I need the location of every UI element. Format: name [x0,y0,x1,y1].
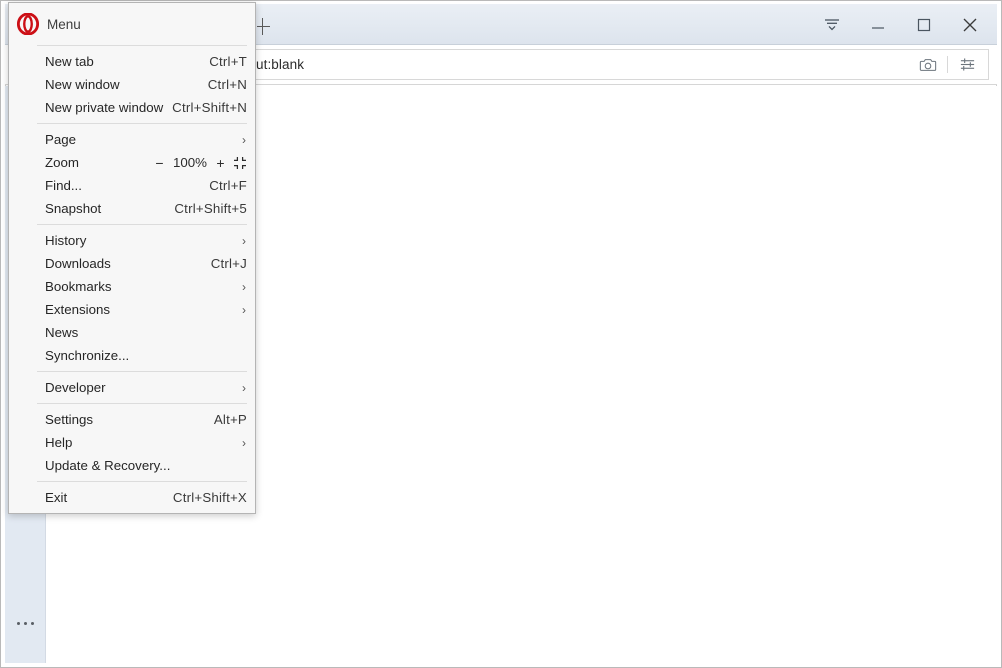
menu-item-label: New private window [45,100,164,115]
menu-item-label: Zoom [45,155,79,170]
menu-item-history[interactable]: History › [9,229,255,252]
close-button[interactable] [947,4,993,45]
easy-setup-button[interactable] [950,50,984,79]
menu-item-label: Exit [45,490,68,505]
address-field[interactable]: ut:blank [247,49,989,80]
close-icon [963,18,977,31]
minimize-icon [872,26,884,29]
menu-item-new-private-window[interactable]: New private window Ctrl+Shift+N [9,96,255,119]
menu-item-shortcut: Ctrl+Shift+X [172,490,247,505]
menu-item-exit[interactable]: Exit Ctrl+Shift+X [9,486,255,509]
menu-title: Menu [47,16,81,32]
menu-item-extensions[interactable]: Extensions › [9,298,255,321]
maximize-icon [917,18,931,31]
menu-item-update-recovery[interactable]: Update & Recovery... [9,454,255,477]
menu-item-label: Find... [45,178,82,193]
menu-group: New tab Ctrl+T New window Ctrl+N New private… [9,46,255,123]
new-tab-button[interactable] [253,17,273,37]
address-text: ut:blank [256,57,305,72]
chevron-right-icon: › [242,279,246,294]
tab-menu-button[interactable] [809,4,855,45]
menu-item-label: Downloads [45,256,111,271]
menu-group: History › Downloads Ctrl+J Bookmarks › Extensi… [9,225,255,371]
menu-item-label: History [45,233,87,248]
menu-item-label: Update & Recovery... [45,458,171,473]
menu-item-shortcut: Ctrl+J [210,256,247,271]
menu-item-shortcut: Ctrl+T [209,54,247,69]
snapshot-button[interactable] [911,50,945,79]
chevron-right-icon: › [242,380,246,395]
menu-group: Exit Ctrl+Shift+X [9,482,255,513]
menu-item-label: Bookmarks [45,279,112,294]
menu-item-label: Developer [45,380,106,395]
minimize-button[interactable] [855,4,901,45]
menu-body: New tab Ctrl+T New window Ctrl+N New private… [9,45,255,513]
menu-item-help[interactable]: Help › [9,431,255,454]
menu-item-label: New window [45,77,120,92]
opera-main-menu: Menu New tab Ctrl+T New window Ctrl+N New pr… [8,2,256,514]
menu-item-label: Help [45,435,73,450]
menu-item-shortcut: Ctrl+Shift+N [172,100,247,115]
menu-item-settings[interactable]: Settings Alt+P [9,408,255,431]
menu-item-bookmarks[interactable]: Bookmarks › [9,275,255,298]
menu-item-news[interactable]: News [9,321,255,344]
chevron-right-icon: › [242,233,246,248]
menu-item-shortcut: Ctrl+F [209,178,247,193]
opera-logo-icon [17,13,39,35]
menu-item-label: Settings [45,412,94,427]
menu-item-snapshot[interactable]: Snapshot Ctrl+Shift+5 [9,197,255,220]
window-controls [809,4,993,45]
fullscreen-icon[interactable] [233,156,247,170]
zoom-controls: −100% + [155,155,247,170]
camera-icon [919,58,937,71]
menu-item-zoom[interactable]: Zoom −100% + [9,151,255,174]
chevron-right-icon: › [242,435,246,450]
menu-item-synchronize[interactable]: Synchronize... [9,344,255,367]
menu-header: Menu [9,3,255,45]
address-bar-divider [947,56,948,73]
menu-group: Developer › [9,372,255,403]
maximize-button[interactable] [901,4,947,45]
address-bar-actions [911,50,984,79]
menu-item-page[interactable]: Page › [9,128,255,151]
menu-item-label: Synchronize... [45,348,130,363]
menu-item-shortcut: Ctrl+N [207,77,247,92]
menu-item-label: Extensions [45,302,111,317]
menu-group: Settings Alt+P Help › Update & Recovery... [9,404,255,481]
menu-item-new-window[interactable]: New window Ctrl+N [9,73,255,96]
menu-item-downloads[interactable]: Downloads Ctrl+J [9,252,255,275]
tab-menu-icon [825,18,839,30]
menu-item-shortcut: Ctrl+Shift+5 [174,201,247,216]
menu-item-find[interactable]: Find... Ctrl+F [9,174,255,197]
menu-item-new-tab[interactable]: New tab Ctrl+T [9,50,255,73]
menu-item-label: New tab [45,54,94,69]
ellipsis-icon [17,621,34,625]
menu-item-label: Page [45,132,77,147]
sliders-icon [960,58,974,71]
chevron-right-icon: › [242,302,246,317]
menu-item-developer[interactable]: Developer › [9,376,255,399]
zoom-in-button[interactable]: + [216,156,225,170]
menu-item-shortcut: Alt+P [213,412,247,427]
zoom-level-value: 100% [172,155,207,170]
chevron-right-icon: › [242,132,246,147]
menu-item-label: News [45,325,79,340]
zoom-out-button[interactable]: − [155,156,164,170]
menu-item-label: Snapshot [45,201,102,216]
menu-group: Page › Zoom −100% + Find... Ctrl+F Snapshot Ctrl… [9,124,255,224]
sidebar-item-more[interactable] [5,604,46,642]
browser-window-root: ut:blank Menu New tab Ctrl+T New window … [0,0,1002,668]
